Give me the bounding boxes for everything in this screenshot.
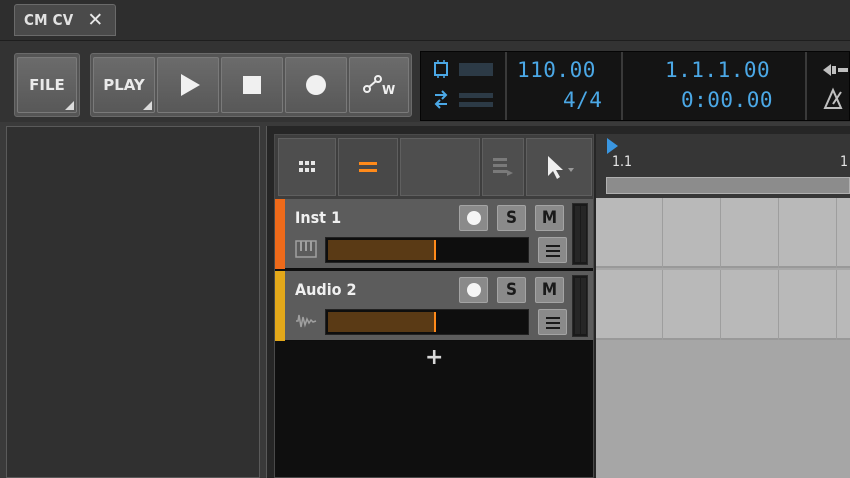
display-divider xyxy=(505,52,507,120)
timeline-ruler[interactable]: 1.1 1 xyxy=(596,134,850,198)
volume-slider[interactable] xyxy=(325,237,529,263)
play-menu-label: PLAY xyxy=(103,76,145,94)
record-arm-icon xyxy=(466,283,481,297)
ruler-label: 1 xyxy=(840,154,849,170)
position-bars-value[interactable]: 1.1.1.00 xyxy=(665,58,770,82)
transport-controls: PLAY W xyxy=(90,53,412,117)
record-button[interactable] xyxy=(285,57,347,113)
inspector-panel xyxy=(6,126,260,478)
automation-write-icon: W xyxy=(363,75,395,96)
file-button[interactable]: FILE xyxy=(17,57,77,113)
track-menu-button[interactable] xyxy=(538,309,567,335)
volume-slider[interactable] xyxy=(325,309,529,335)
position-time-value[interactable]: 0:00.00 xyxy=(681,88,773,112)
transport-display: 110.00 4/4 1.1.1.00 0:00.00 xyxy=(420,51,850,121)
track-lane[interactable] xyxy=(596,198,850,268)
project-tab[interactable]: CM CV ✕ xyxy=(14,4,116,36)
track-lane[interactable] xyxy=(596,270,850,340)
empty-arrangement-area[interactable] xyxy=(596,340,850,478)
clip-list-icon xyxy=(493,158,513,176)
empty-toolbar-slot xyxy=(400,138,480,196)
ruler-label: 1.1 xyxy=(612,154,633,170)
loop-region-bar[interactable] xyxy=(606,177,850,194)
play-button[interactable] xyxy=(157,57,219,113)
grid-view-button[interactable] xyxy=(278,138,336,196)
play-icon xyxy=(180,74,200,96)
level-meter xyxy=(572,203,588,265)
track-list: Inst 1 S M Audio 2 S M + xyxy=(274,134,594,478)
stop-icon xyxy=(243,76,261,94)
volume-fill xyxy=(328,240,434,260)
automation-write-button[interactable]: W xyxy=(349,57,409,113)
arrange-view-button[interactable] xyxy=(338,138,398,196)
pointer-icon xyxy=(548,156,574,179)
record-arm-button[interactable] xyxy=(459,205,488,231)
audio-track-icon xyxy=(296,314,317,328)
display-divider xyxy=(805,52,807,120)
transport-bar: FILE PLAY W 110.00 4/4 1.1.1.00 0:00.00 xyxy=(0,40,850,122)
track-menu-button[interactable] xyxy=(538,237,567,263)
track-name[interactable]: Audio 2 xyxy=(295,280,357,299)
solo-button[interactable]: S xyxy=(497,205,526,231)
metronome-icon[interactable] xyxy=(819,60,850,114)
close-icon[interactable]: ✕ xyxy=(87,10,103,30)
cpu-meter-icon xyxy=(434,60,493,109)
instrument-track-icon xyxy=(295,240,317,258)
file-group: FILE xyxy=(14,53,80,117)
level-meter xyxy=(572,275,588,337)
project-tab-label: CM CV xyxy=(24,11,74,29)
volume-handle[interactable] xyxy=(434,240,436,260)
track-color-strip xyxy=(275,199,285,269)
lanes-icon xyxy=(359,162,377,172)
solo-button[interactable]: S xyxy=(497,277,526,303)
tab-bar: CM CV ✕ xyxy=(0,0,850,40)
track-name[interactable]: Inst 1 xyxy=(295,208,341,227)
pointer-tool-button[interactable] xyxy=(526,138,592,196)
bitwig-window: CM CV ✕ FILE PLAY W 110.00 4/4 1.1.1.00 … xyxy=(0,0,850,478)
svg-text:W: W xyxy=(382,83,395,96)
stop-button[interactable] xyxy=(221,57,283,113)
file-button-label: FILE xyxy=(29,76,65,94)
playhead-marker[interactable] xyxy=(607,138,618,154)
arrangement-timeline[interactable]: 1.1 1 xyxy=(596,134,850,478)
track-audio-2[interactable]: Audio 2 S M xyxy=(275,271,593,341)
add-track-button[interactable]: + xyxy=(425,345,443,370)
tempo-value[interactable]: 110.00 xyxy=(517,58,596,82)
record-arm-icon xyxy=(466,211,481,225)
track-color-strip xyxy=(275,271,285,341)
mute-button[interactable]: M xyxy=(535,205,564,231)
display-divider xyxy=(621,52,623,120)
clip-launcher-button[interactable] xyxy=(482,138,524,196)
mute-button[interactable]: M xyxy=(535,277,564,303)
volume-fill xyxy=(328,312,434,332)
grid-icon xyxy=(299,161,315,172)
volume-handle[interactable] xyxy=(434,312,436,332)
record-arm-button[interactable] xyxy=(459,277,488,303)
play-menu-button[interactable]: PLAY xyxy=(93,57,155,113)
track-inst-1[interactable]: Inst 1 S M xyxy=(275,199,593,269)
time-signature-value[interactable]: 4/4 xyxy=(563,88,602,112)
record-icon xyxy=(306,75,326,95)
track-header-toolbar xyxy=(275,135,593,199)
